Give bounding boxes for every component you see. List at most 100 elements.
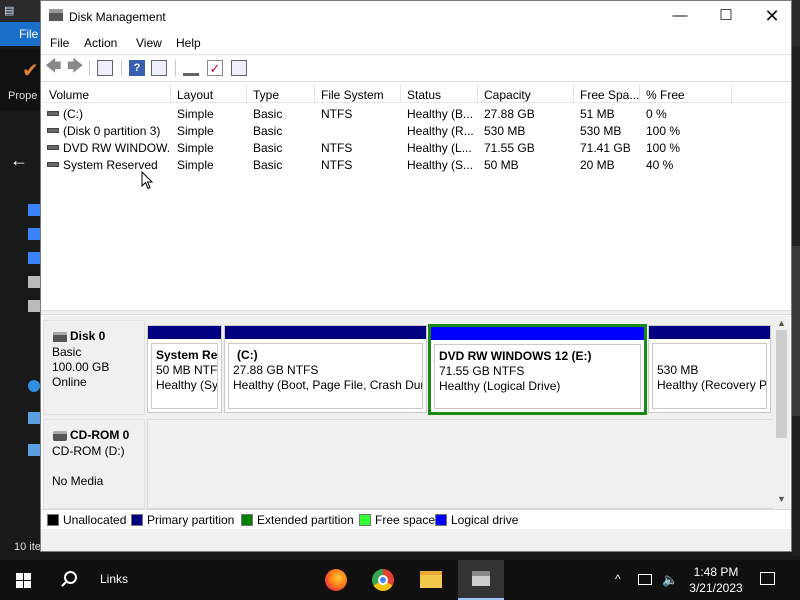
close-button[interactable]: ✕ bbox=[749, 1, 795, 32]
desktop-icon[interactable] bbox=[28, 228, 40, 240]
settings-pane-icon[interactable] bbox=[231, 60, 247, 76]
help-icon[interactable]: ? bbox=[129, 60, 145, 76]
drive-icon bbox=[47, 145, 59, 150]
notification-icon[interactable] bbox=[760, 572, 775, 585]
disk-size: 100.00 GB bbox=[52, 360, 110, 374]
disk-management-icon bbox=[472, 571, 490, 586]
column-status[interactable]: Status bbox=[401, 85, 478, 103]
onedrive-icon[interactable] bbox=[28, 380, 40, 392]
connect-icon[interactable] bbox=[183, 60, 199, 76]
partition-recovery[interactable]: 530 MB Healthy (Recovery Pa bbox=[648, 325, 771, 413]
properties-icon[interactable] bbox=[151, 60, 167, 76]
partition-status: Healthy (Sy bbox=[156, 378, 218, 392]
status-bar bbox=[41, 529, 791, 551]
legend-label: Logical drive bbox=[451, 513, 519, 527]
primary-partition-bar bbox=[225, 326, 426, 339]
window-title: Disk Management bbox=[69, 10, 166, 24]
percent-free-cell: 40 % bbox=[646, 158, 674, 172]
quick-access-star-icon[interactable] bbox=[28, 204, 40, 216]
back-arrow-icon[interactable]: ← bbox=[10, 150, 28, 171]
this-pc-icon[interactable] bbox=[28, 412, 40, 424]
status-cell: Healthy (B... bbox=[407, 107, 474, 121]
pane-splitter[interactable] bbox=[41, 310, 791, 315]
downloads-icon[interactable] bbox=[28, 252, 40, 264]
type-cell: Basic bbox=[253, 141, 283, 155]
cd-rom-icon bbox=[53, 431, 67, 441]
partition-name: (C:) bbox=[237, 348, 258, 362]
scroll-up-icon[interactable]: ▲ bbox=[777, 318, 786, 328]
legend-extended: Extended partition bbox=[241, 513, 354, 527]
table-row[interactable]: (C:) Simple Basic NTFS Healthy (B... 27.… bbox=[43, 105, 789, 122]
partition-body: System Res 50 MB NTFS Healthy (Sy bbox=[151, 343, 218, 409]
documents-icon[interactable] bbox=[28, 276, 40, 288]
volume-icon[interactable]: 🔈 bbox=[662, 572, 678, 588]
partition-body: (C:) 27.88 GB NTFS Healthy (Boot, Page F… bbox=[228, 343, 423, 409]
taskbar-file-explorer[interactable] bbox=[408, 560, 454, 600]
checkmark-icon: ✔ bbox=[22, 60, 39, 82]
table-row[interactable]: (Disk 0 partition 3) Simple Basic Health… bbox=[43, 122, 789, 139]
menu-help[interactable]: Help bbox=[176, 36, 201, 50]
free-space-cell: 51 MB bbox=[580, 107, 615, 121]
background-properties-label: Prope bbox=[8, 90, 38, 102]
pictures-icon[interactable] bbox=[28, 300, 40, 312]
column-percent-free[interactable]: % Free bbox=[640, 85, 732, 103]
search-icon[interactable] bbox=[64, 571, 77, 584]
partition-c[interactable]: (C:) 27.88 GB NTFS Healthy (Boot, Page F… bbox=[224, 325, 427, 413]
cdrom-0-label[interactable]: CD-ROM 0 CD-ROM (D:) No Media bbox=[43, 419, 145, 509]
partition-dvd-rw-windows-12[interactable]: DVD RW WINDOWS 12 (E:) 71.55 GB NTFS Hea… bbox=[428, 324, 647, 415]
column-free-space[interactable]: Free Spa... bbox=[574, 85, 640, 103]
toolbar-separator bbox=[121, 60, 122, 76]
start-button[interactable] bbox=[16, 573, 32, 588]
legend-unallocated: Unallocated bbox=[47, 513, 126, 527]
properties-pane-icon[interactable] bbox=[97, 60, 113, 76]
forward-arrow-icon[interactable]: 🡆 bbox=[67, 59, 84, 75]
table-row[interactable]: DVD RW WINDOW... Simple Basic NTFS Healt… bbox=[43, 139, 789, 156]
partition-name: DVD RW WINDOWS 12 (E:) bbox=[439, 349, 592, 363]
volume-list-header: Volume Layout Type File System Status Ca… bbox=[43, 85, 789, 103]
taskbar-chrome[interactable] bbox=[360, 560, 406, 600]
column-file-system[interactable]: File System bbox=[315, 85, 401, 103]
firefox-icon bbox=[325, 569, 347, 591]
network-icon[interactable] bbox=[638, 574, 652, 585]
back-arrow-icon[interactable]: 🡄 bbox=[45, 59, 62, 75]
background-properties-button[interactable]: ✔ Prope bbox=[0, 50, 40, 110]
menu-view[interactable]: View bbox=[136, 36, 162, 50]
partition-status: Healthy (Boot, Page File, Crash Dun bbox=[233, 378, 423, 392]
title-bar[interactable]: Disk Management — ☐ ✕ bbox=[41, 1, 791, 32]
disk-view-scrollbar[interactable]: ▲ ▼ bbox=[773, 316, 790, 509]
scroll-down-icon[interactable]: ▼ bbox=[777, 494, 786, 504]
menu-action[interactable]: Action bbox=[84, 36, 117, 50]
legend-free-space: Free space bbox=[359, 513, 435, 527]
maximize-button[interactable]: ☐ bbox=[703, 1, 749, 32]
status-cell: Healthy (R... bbox=[407, 124, 474, 138]
logical-drive-bar bbox=[431, 327, 644, 340]
cdrom-empty-area bbox=[147, 419, 775, 509]
column-volume[interactable]: Volume bbox=[43, 85, 171, 103]
minimize-button[interactable]: — bbox=[657, 1, 703, 32]
partition-size: 530 MB bbox=[657, 363, 699, 377]
column-layout[interactable]: Layout bbox=[171, 85, 247, 103]
partition-status: Healthy (Recovery Pa bbox=[657, 378, 767, 392]
clock[interactable]: 1:48 PM 3/21/2023 bbox=[684, 564, 748, 596]
taskbar-firefox[interactable] bbox=[312, 560, 358, 600]
tray-chevron-icon[interactable]: ^ bbox=[615, 572, 621, 586]
background-file-tab[interactable]: File bbox=[0, 22, 40, 46]
layout-cell: Simple bbox=[177, 107, 214, 121]
capacity-cell: 530 MB bbox=[484, 124, 526, 138]
disk-0-label[interactable]: Disk 0 Basic 100.00 GB Online bbox=[43, 320, 145, 415]
partition-system-reserved[interactable]: System Res 50 MB NTFS Healthy (Sy bbox=[147, 325, 222, 413]
capacity-cell: 27.88 GB bbox=[484, 107, 535, 121]
file-system-cell: NTFS bbox=[321, 107, 353, 121]
links-toolbar[interactable]: Links bbox=[100, 572, 128, 586]
disk-type: Basic bbox=[52, 345, 82, 359]
taskbar-disk-management[interactable] bbox=[458, 560, 504, 600]
network-icon[interactable] bbox=[28, 444, 40, 456]
background-scrollbar[interactable] bbox=[792, 46, 800, 556]
scroll-thumb[interactable] bbox=[776, 330, 787, 438]
check-icon[interactable]: ✓ bbox=[207, 60, 223, 76]
column-type[interactable]: Type bbox=[247, 85, 315, 103]
toolbar-separator bbox=[175, 60, 176, 76]
menu-file[interactable]: File bbox=[50, 36, 69, 50]
free-space-cell: 20 MB bbox=[580, 158, 615, 172]
column-capacity[interactable]: Capacity bbox=[478, 85, 574, 103]
